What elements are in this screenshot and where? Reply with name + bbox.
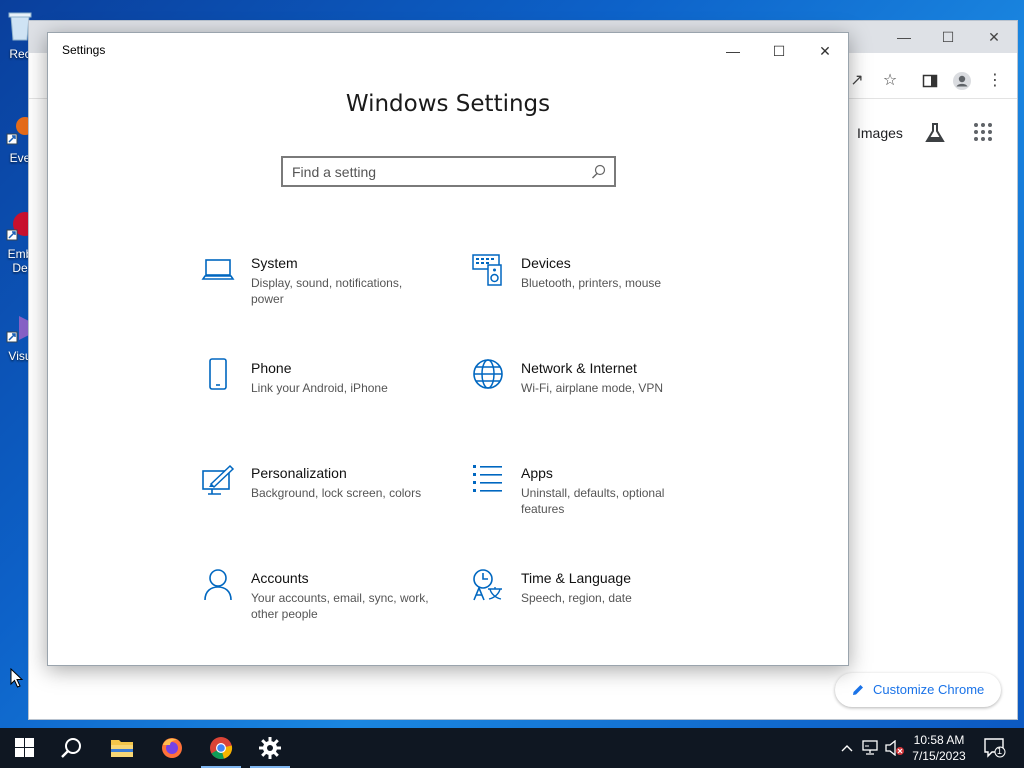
phone-icon xyxy=(209,358,227,390)
tile-title: Network & Internet xyxy=(521,360,637,376)
tile-title: Time & Language xyxy=(521,570,631,586)
tile-devices[interactable]: Devices Bluetooth, printers, mouse xyxy=(471,253,711,323)
laptop-icon xyxy=(201,259,235,280)
start-button[interactable] xyxy=(0,728,48,768)
tile-title: Phone xyxy=(251,360,292,376)
chrome-icon xyxy=(210,737,233,760)
tile-description: Link your Android, iPhone xyxy=(251,381,388,395)
taskbar-clock[interactable]: 10:58 AM 7/15/2023 xyxy=(900,732,978,764)
tile-title: System xyxy=(251,255,298,271)
clock-time: 10:58 AM xyxy=(913,733,965,747)
taskbar-search-button[interactable] xyxy=(48,728,96,768)
tile-system[interactable]: System Display, sound, notifications, po… xyxy=(201,253,441,323)
tile-network-internet[interactable]: Network & Internet Wi-Fi, airplane mode,… xyxy=(471,358,711,428)
mouse-cursor-icon xyxy=(10,668,24,688)
tile-apps[interactable]: Apps Uninstall, defaults, optional featu… xyxy=(471,463,711,533)
tile-title: Personalization xyxy=(251,465,347,481)
tray-chevron-up-icon[interactable] xyxy=(838,728,856,768)
clock-language-icon xyxy=(473,569,502,601)
windows-logo-icon xyxy=(15,738,34,757)
tile-description: Display, sound, notifications, power xyxy=(251,276,403,306)
person-icon xyxy=(204,569,232,601)
side-panel-icon[interactable] xyxy=(918,69,942,93)
images-link[interactable]: Images xyxy=(857,125,903,141)
tile-time-language[interactable]: Time & Language Speech, region, date xyxy=(471,568,711,638)
tile-description: Uninstall, defaults, optional features xyxy=(521,486,665,516)
notification-count-badge: 1 xyxy=(997,746,1003,756)
window-title: Settings xyxy=(62,43,106,57)
minimize-button[interactable]: — xyxy=(710,37,756,65)
taskbar-firefox[interactable] xyxy=(148,728,196,768)
tile-title: Devices xyxy=(521,255,571,271)
tile-title: Accounts xyxy=(251,570,309,586)
taskbar-settings[interactable] xyxy=(246,728,294,768)
settings-window[interactable]: Settings — ☐ ✕ Windows Settings System D… xyxy=(47,32,849,666)
tile-title: Apps xyxy=(521,465,553,481)
customize-chrome-button[interactable]: Customize Chrome xyxy=(835,673,1001,707)
gear-icon xyxy=(259,737,281,759)
network-icon[interactable] xyxy=(860,728,882,768)
chrome-menu-icon[interactable]: ⋮ xyxy=(983,69,1007,93)
chrome-minimize-button[interactable]: — xyxy=(889,27,919,47)
tile-accounts[interactable]: Accounts Your accounts, email, sync, wor… xyxy=(201,568,441,638)
chrome-close-button[interactable]: ✕ xyxy=(979,27,1009,47)
firefox-icon xyxy=(162,738,182,758)
tile-description: Wi-Fi, airplane mode, VPN xyxy=(521,381,664,395)
profile-avatar-icon[interactable] xyxy=(950,69,974,93)
page-title: Windows Settings xyxy=(345,91,551,117)
paintbrush-monitor-icon xyxy=(202,464,235,495)
labs-flask-icon[interactable] xyxy=(923,121,947,145)
tile-phone[interactable]: Phone Link your Android, iPhone xyxy=(201,358,441,428)
notification-center-button[interactable]: 1 xyxy=(980,728,1010,768)
globe-icon xyxy=(473,359,503,389)
tile-description: Your accounts, email, sync, work, other … xyxy=(251,591,429,621)
search-icon xyxy=(61,738,81,758)
search-icon xyxy=(592,164,606,179)
close-button[interactable]: ✕ xyxy=(802,37,848,65)
folder-icon xyxy=(111,740,133,757)
tile-personalization[interactable]: Personalization Background, lock screen,… xyxy=(201,463,441,533)
notification-icon xyxy=(984,738,1006,758)
customize-chrome-label: Customize Chrome xyxy=(873,682,985,697)
bookmark-star-icon[interactable]: ☆ xyxy=(878,69,902,93)
taskbar-chrome[interactable] xyxy=(197,728,245,768)
tile-description: Background, lock screen, colors xyxy=(251,486,422,500)
taskbar-file-explorer[interactable] xyxy=(98,728,146,768)
tile-description: Speech, region, date xyxy=(521,591,632,605)
google-apps-grid-icon[interactable] xyxy=(973,122,993,142)
search-input[interactable] xyxy=(283,158,583,185)
taskbar: 10:58 AM 7/15/2023 1 xyxy=(0,728,1024,768)
tile-description: Bluetooth, printers, mouse xyxy=(521,276,662,290)
maximize-button[interactable]: ☐ xyxy=(756,37,802,65)
chrome-maximize-button[interactable]: ☐ xyxy=(933,27,963,47)
clock-date: 7/15/2023 xyxy=(912,749,966,763)
app-list-icon xyxy=(473,465,502,492)
keyboard-speaker-icon xyxy=(472,254,502,286)
pencil-icon xyxy=(853,685,863,695)
search-box[interactable] xyxy=(281,156,616,187)
